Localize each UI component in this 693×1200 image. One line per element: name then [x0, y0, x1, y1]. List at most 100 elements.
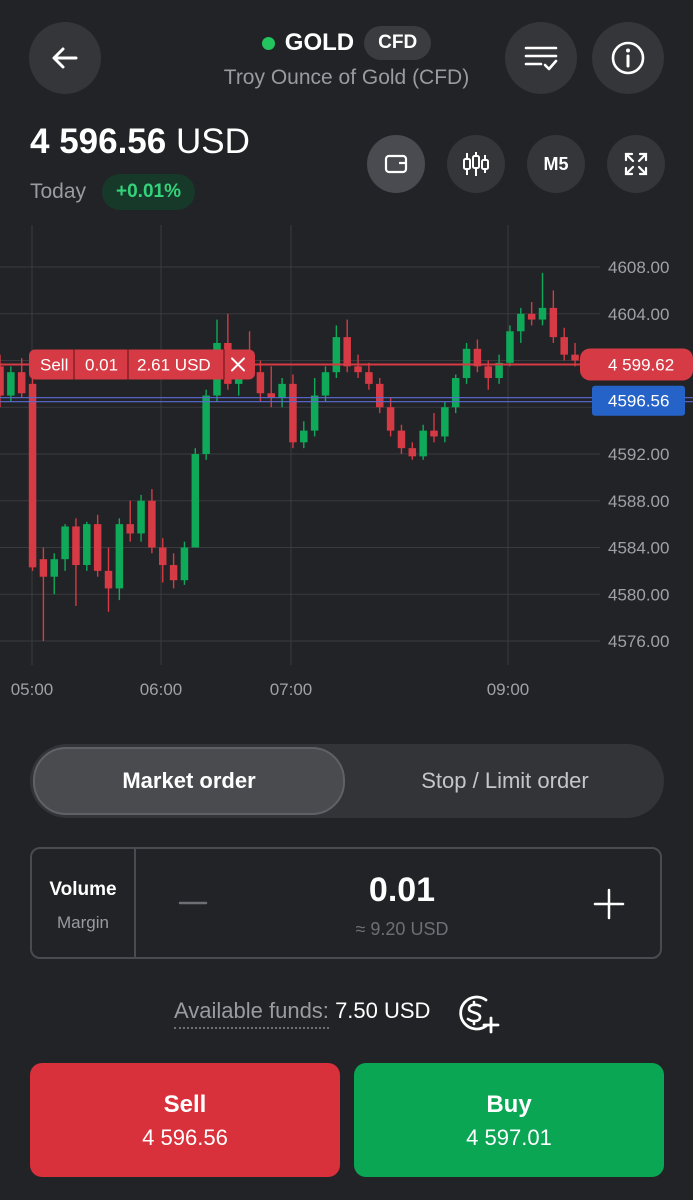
candle: [365, 362, 373, 390]
candle: [61, 524, 69, 571]
chart-type-button[interactable]: [447, 135, 505, 193]
margin-label: Margin: [57, 913, 109, 932]
candle: [408, 442, 417, 460]
candle: [7, 366, 15, 402]
info-button[interactable]: [592, 22, 664, 94]
time-tick-label: 07:00: [270, 680, 313, 699]
candle: [538, 272, 547, 326]
price-tick-label: 4584.00: [608, 539, 669, 558]
candle: [354, 354, 362, 379]
sell-label: Sell: [163, 1091, 207, 1118]
plus-icon[interactable]: [592, 887, 626, 921]
candle: [506, 325, 514, 367]
buy-button[interactable]: Buy 4 597.01: [354, 1063, 664, 1177]
deposit-icon[interactable]: [456, 994, 500, 1034]
market-open-indicator: [261, 36, 275, 50]
chart-grid: [0, 225, 600, 665]
candle: [72, 518, 80, 606]
time-tick-label: 06:00: [140, 680, 183, 699]
candle: [517, 307, 525, 343]
wallet-icon: [384, 154, 408, 174]
tab-stop-limit-order[interactable]: Stop / Limit order: [350, 744, 660, 818]
time-tick-label: 09:00: [487, 680, 530, 699]
candle: [560, 327, 568, 361]
instrument-subtitle: Troy Ounce of Gold (CFD): [223, 66, 470, 89]
list-check-icon: [524, 46, 558, 71]
timeframe-label: M5: [543, 153, 569, 174]
current-price: 4 596.56 USD: [30, 122, 250, 162]
candle: [169, 553, 178, 589]
current-price-tag: 4596.56: [608, 392, 669, 411]
price-axis: 4608.004604.004600.004596.004592.004588.…: [608, 258, 669, 651]
candle: [50, 553, 58, 595]
candle: [289, 374, 297, 449]
sell-button[interactable]: Sell 4 596.56: [30, 1063, 340, 1177]
order-volume: 0.01: [85, 355, 118, 374]
order-pnl: 2.61 USD: [137, 355, 211, 374]
candle: [571, 342, 579, 367]
time-tick-label: 05:00: [11, 680, 54, 699]
candle: [28, 378, 37, 571]
instrument-type-badge: CFD: [364, 26, 432, 60]
order-side: Sell: [40, 355, 68, 374]
current-price-line: 4596.56: [0, 385, 693, 416]
price-change-badge: +0.01%: [102, 174, 195, 210]
candle: [527, 302, 536, 326]
tab-market-order[interactable]: Market order: [33, 747, 345, 815]
price-tick-label: 4592.00: [608, 445, 669, 464]
candle: [83, 521, 91, 571]
candle: [115, 518, 124, 601]
funds-label[interactable]: Available funds:: [174, 998, 329, 1029]
wallet-view-button[interactable]: [367, 135, 425, 193]
price-value: 4 596.56: [30, 122, 167, 161]
order-type-switch: Market order Stop / Limit order: [30, 744, 664, 818]
candle: [148, 489, 156, 554]
candle: [0, 354, 4, 408]
volume-label: Volume: [49, 879, 117, 900]
candle: [321, 366, 330, 402]
price-tick-label: 4580.00: [608, 585, 669, 604]
volume-margin-toggle[interactable]: Volume Margin: [32, 849, 136, 957]
candle: [191, 448, 200, 548]
candle: [137, 494, 145, 542]
candle: [473, 339, 482, 373]
price-tick-label: 4608.00: [608, 258, 669, 277]
candle: [126, 500, 134, 542]
candle: [180, 541, 189, 585]
volume-input-group: Volume Margin 0.01 ≈ 9.20 USD: [30, 847, 662, 959]
candle: [278, 378, 286, 408]
fullscreen-button[interactable]: [607, 135, 665, 193]
candlestick-series: [0, 272, 579, 641]
candle: [495, 354, 503, 384]
minus-icon[interactable]: [178, 885, 208, 921]
candle: [104, 547, 113, 612]
expand-icon: [624, 152, 648, 176]
sell-price: 4 596.56: [142, 1125, 228, 1150]
price-chart[interactable]: 4608.004604.004600.004596.004592.004588.…: [0, 225, 693, 715]
candle: [441, 401, 449, 443]
candle: [376, 378, 384, 414]
funds-value: 7.50 USD: [335, 998, 431, 1023]
candle: [397, 424, 406, 454]
candle: [159, 538, 167, 583]
candle: [332, 325, 341, 379]
timeframe-button[interactable]: M5: [527, 135, 585, 193]
candle: [419, 424, 427, 460]
instrument-title[interactable]: GOLD CFD: [0, 26, 693, 60]
buy-price: 4 597.01: [466, 1125, 552, 1150]
order-list-button[interactable]: [505, 22, 577, 94]
order-price-tag: 4 599.62: [608, 355, 674, 374]
price-currency: USD: [175, 122, 250, 161]
symbol-name: GOLD: [284, 29, 355, 56]
price-tick-label: 4604.00: [608, 305, 669, 324]
available-funds: Available funds: 7.50 USD: [174, 998, 431, 1029]
candle: [549, 290, 558, 343]
volume-value[interactable]: 0.01: [232, 871, 572, 910]
candle: [430, 413, 438, 443]
candle: [300, 421, 308, 449]
candle: [93, 514, 102, 577]
buy-label: Buy: [486, 1091, 532, 1118]
info-icon: [611, 41, 645, 75]
candle: [310, 378, 319, 437]
volume-margin-estimate: ≈ 9.20 USD: [355, 919, 449, 939]
